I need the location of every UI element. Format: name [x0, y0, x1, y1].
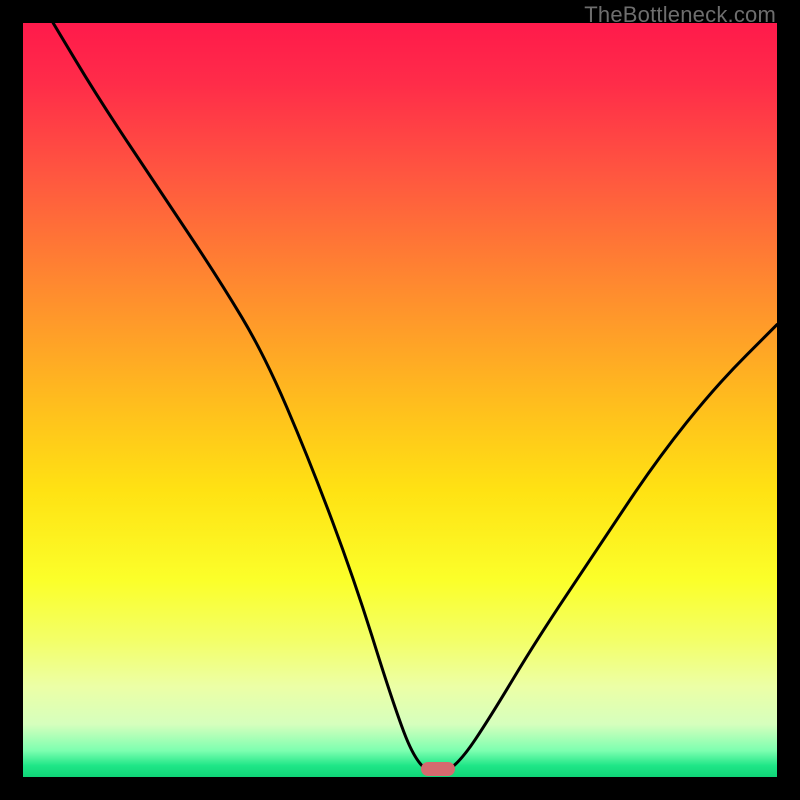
chart-frame: TheBottleneck.com [0, 0, 800, 800]
bottleneck-curve [23, 23, 777, 777]
plot-area [23, 23, 777, 777]
watermark-text: TheBottleneck.com [584, 2, 776, 28]
optimal-marker [421, 762, 455, 776]
